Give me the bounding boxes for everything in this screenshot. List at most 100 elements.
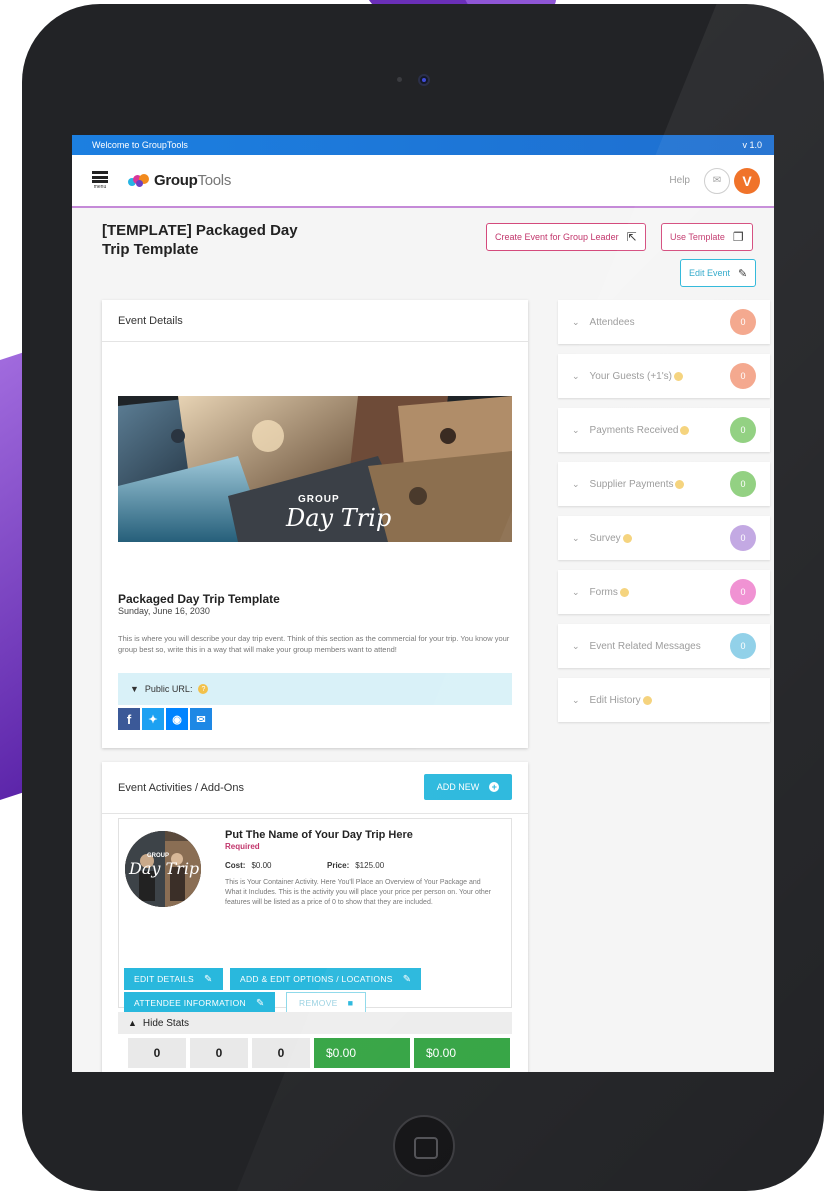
event-description: This is where you will describe your day… bbox=[118, 634, 510, 654]
version-text: v 1.0 bbox=[742, 140, 762, 150]
sidebar-panel-label: Supplier Payments bbox=[589, 478, 674, 490]
app-screen: Welcome to GroupTools v 1.0 menu GroupTo… bbox=[72, 135, 774, 1072]
stage: Welcome to GroupTools v 1.0 menu GroupTo… bbox=[0, 0, 824, 1191]
stat-cell: 0 bbox=[190, 1038, 248, 1068]
info-icon[interactable] bbox=[673, 371, 683, 381]
page-title: [TEMPLATE] Packaged Day Trip Template bbox=[102, 222, 298, 258]
sidebar-panel[interactable]: ⌄ Supplier Payments 0 bbox=[558, 462, 770, 506]
chevron-up-icon: ▲ bbox=[128, 1018, 137, 1028]
messages-button[interactable]: ✉ bbox=[704, 167, 730, 194]
home-button[interactable] bbox=[393, 1115, 455, 1177]
count-badge: 0 bbox=[730, 417, 756, 443]
envelope-icon: ✉ bbox=[712, 175, 722, 186]
sidebar-panel[interactable]: ⌄ Event Related Messages 0 bbox=[558, 624, 770, 668]
info-icon[interactable] bbox=[619, 587, 629, 597]
menu-label: menu bbox=[93, 184, 107, 190]
tablet-frame: Welcome to GroupTools v 1.0 menu GroupTo… bbox=[22, 4, 824, 1191]
sidebar-panel-label: Event Related Messages bbox=[589, 640, 701, 652]
activity-image: GROUP Day Trip bbox=[125, 831, 201, 907]
count-badge: 0 bbox=[730, 363, 756, 389]
menu-button[interactable]: menu bbox=[92, 171, 108, 190]
use-template-button[interactable]: Use Template ❐ bbox=[661, 223, 753, 251]
sidebar-panel-label: Survey bbox=[589, 532, 621, 544]
trash-icon: ■ bbox=[347, 998, 354, 1008]
attendee-information-button[interactable]: ATTENDEE INFORMATION ✎ bbox=[124, 992, 275, 1014]
event-banner-image: GROUP Day Trip bbox=[118, 396, 512, 542]
activity-cost: Cost: $0.00 bbox=[225, 861, 272, 870]
grouptools-logo[interactable]: GroupTools bbox=[128, 172, 231, 189]
email-icon[interactable]: ✉ bbox=[190, 708, 212, 730]
remove-button[interactable]: REMOVE ■ bbox=[286, 992, 367, 1014]
count-badge: 0 bbox=[730, 471, 756, 497]
sidebar-panel[interactable]: ⌄ Edit History bbox=[558, 678, 770, 722]
chevron-down-icon: ⌄ bbox=[572, 586, 580, 597]
facebook-icon[interactable]: f bbox=[118, 708, 140, 730]
count-badge: 0 bbox=[730, 579, 756, 605]
hamburger-icon bbox=[92, 171, 108, 183]
share-icon: ⇱ bbox=[626, 230, 637, 244]
messenger-icon[interactable]: ◉ bbox=[166, 708, 188, 730]
image-overlay-daytrip: Day Trip bbox=[129, 859, 200, 878]
event-date: Sunday, June 16, 2030 bbox=[118, 606, 210, 616]
chevron-down-icon: ⌄ bbox=[572, 478, 580, 489]
create-event-button[interactable]: Create Event for Group Leader ⇱ bbox=[486, 223, 646, 251]
stat-cell: 0 bbox=[252, 1038, 310, 1068]
nav-bar: menu GroupTools Help ✉ V bbox=[72, 155, 774, 208]
chevron-down-icon: ⌄ bbox=[572, 640, 580, 651]
hide-stats-toggle[interactable]: ▲ Hide Stats bbox=[118, 1012, 512, 1034]
activity-title: Put The Name of Your Day Trip Here bbox=[225, 829, 413, 841]
sidebar-panel-label: Forms bbox=[589, 586, 618, 598]
stat-cell: 0 bbox=[128, 1038, 186, 1068]
edit-icon: ✎ bbox=[255, 997, 265, 1009]
sidebar-panel[interactable]: ⌄ Attendees 0 bbox=[558, 300, 770, 344]
activity-description: This is Your Container Activity. Here Yo… bbox=[225, 879, 492, 906]
edit-icon: ✎ bbox=[203, 973, 213, 985]
chevron-down-icon: ▼ bbox=[130, 684, 139, 694]
stat-amount: $0.00 bbox=[314, 1038, 410, 1068]
required-label: Required bbox=[225, 842, 260, 851]
sidebar-panel-label: Attendees bbox=[589, 316, 635, 328]
info-icon[interactable] bbox=[675, 479, 685, 489]
sidebar-panel-label: Your Guests (+1's) bbox=[589, 370, 672, 382]
chevron-down-icon: ⌄ bbox=[572, 532, 580, 543]
info-icon[interactable] bbox=[642, 695, 652, 705]
user-avatar[interactable]: V bbox=[734, 167, 760, 194]
sidebar-panel[interactable]: ⌄ Your Guests (+1's) 0 bbox=[558, 354, 770, 398]
add-new-button[interactable]: ADD NEW + bbox=[424, 774, 512, 800]
sidebar-panel-label: Edit History bbox=[589, 694, 641, 706]
chevron-down-icon: ⌄ bbox=[572, 316, 580, 327]
info-icon[interactable]: ? bbox=[198, 684, 209, 694]
info-icon[interactable] bbox=[680, 425, 690, 435]
sidebar-panel[interactable]: ⌄ Forms 0 bbox=[558, 570, 770, 614]
edit-icon: ✎ bbox=[402, 973, 412, 985]
plus-icon: + bbox=[489, 782, 500, 792]
edit-event-button[interactable]: Edit Event ✎ bbox=[680, 259, 757, 287]
banner-overlay-daytrip: Day Trip bbox=[286, 504, 392, 532]
pencil-icon: ✎ bbox=[738, 267, 748, 280]
event-details-card: Event Details GROUP Day Trip Packaged Da… bbox=[102, 300, 528, 748]
sidebar-panel[interactable]: ⌄ Payments Received 0 bbox=[558, 408, 770, 452]
chevron-down-icon: ⌄ bbox=[572, 370, 580, 381]
count-badge: 0 bbox=[730, 309, 756, 335]
count-badge: 0 bbox=[730, 633, 756, 659]
twitter-icon[interactable]: ✦ bbox=[142, 708, 164, 730]
activities-card: Event Activities / Add-Ons ADD NEW + GRO… bbox=[102, 762, 528, 1072]
sidebar-panel[interactable]: ⌄ Survey 0 bbox=[558, 516, 770, 560]
help-link[interactable]: Help bbox=[669, 175, 690, 186]
stat-amount: $0.00 bbox=[414, 1038, 510, 1068]
add-edit-options-button[interactable]: ADD & EDIT OPTIONS / LOCATIONS ✎ bbox=[230, 968, 422, 990]
chevron-down-icon: ⌄ bbox=[572, 694, 580, 705]
sensor-dot bbox=[397, 77, 402, 82]
event-name: Packaged Day Trip Template bbox=[118, 592, 280, 606]
chevron-down-icon: ⌄ bbox=[572, 424, 580, 435]
info-icon[interactable] bbox=[622, 533, 632, 543]
public-url-label: Public URL: bbox=[144, 684, 193, 694]
edit-details-button[interactable]: EDIT DETAILS ✎ bbox=[124, 968, 223, 990]
count-badge: 0 bbox=[730, 525, 756, 551]
copy-icon: ❐ bbox=[732, 230, 744, 244]
camera-icon bbox=[418, 74, 430, 86]
logo-icon bbox=[128, 173, 150, 188]
welcome-text: Welcome to GroupTools bbox=[92, 140, 188, 150]
sidebar-panel-label: Payments Received bbox=[589, 424, 679, 436]
public-url-toggle[interactable]: ▼ Public URL: ? bbox=[118, 673, 512, 705]
